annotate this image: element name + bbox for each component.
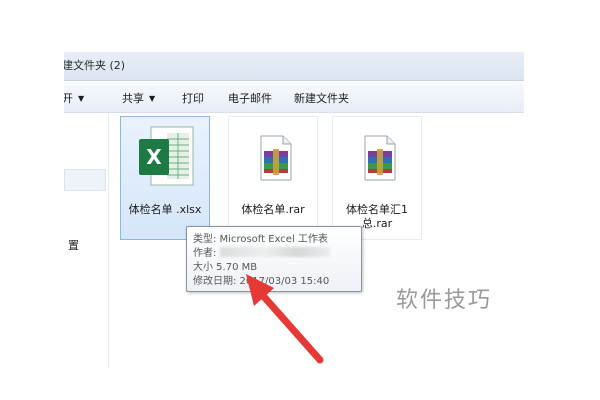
- watermark-text: 软件技巧: [396, 288, 493, 313]
- tooltip-type: 类型: Microsoft Excel 工作表: [193, 234, 328, 245]
- dropdown-arrow-icon: ▼: [78, 94, 85, 103]
- toolbar-share-button[interactable]: 共享 ▼: [122, 90, 155, 106]
- toolbar-email-button[interactable]: 电子邮件: [228, 90, 272, 106]
- window-title: 建文件夹 (2): [64, 59, 126, 72]
- file-item-rar[interactable]: 体检名单.rar: [228, 116, 318, 240]
- title-bar: 建文件夹 (2): [64, 52, 524, 81]
- excel-icon: X: [139, 126, 194, 186]
- blurred-redaction: [220, 247, 331, 257]
- toolbar-open-button[interactable]: 开 ▼: [64, 90, 84, 106]
- file-item-xlsx[interactable]: X 体检名单 .xlsx: [120, 116, 210, 240]
- watermark: 软件技巧: [392, 270, 522, 320]
- nav-item-label[interactable]: 置: [68, 237, 79, 253]
- svg-text:X: X: [146, 145, 162, 169]
- rar-archive-icon: [260, 135, 292, 181]
- file-name: 体检名单 .xlsx: [128, 203, 202, 216]
- command-toolbar: 开 ▼ 共享 ▼ 打印 电子邮件 新建文件夹: [64, 82, 524, 113]
- toolbar-new-folder-button[interactable]: 新建文件夹: [294, 90, 349, 106]
- toolbar-share-label: 共享: [122, 92, 144, 105]
- file-name: 体检名单.rar: [241, 203, 305, 216]
- file-item-rar[interactable]: 体检名单汇1总.rar: [332, 116, 422, 240]
- nav-selected-item[interactable]: [64, 169, 106, 191]
- dropdown-arrow-icon: ▼: [149, 94, 156, 103]
- red-arrow-annotation: [246, 274, 324, 364]
- toolbar-print-button[interactable]: 打印: [182, 90, 204, 106]
- navigation-pane: 置: [64, 113, 109, 368]
- rar-archive-icon: [364, 135, 396, 181]
- toolbar-open-label: 开: [64, 92, 73, 105]
- tooltip-author: 作者:: [193, 244, 331, 259]
